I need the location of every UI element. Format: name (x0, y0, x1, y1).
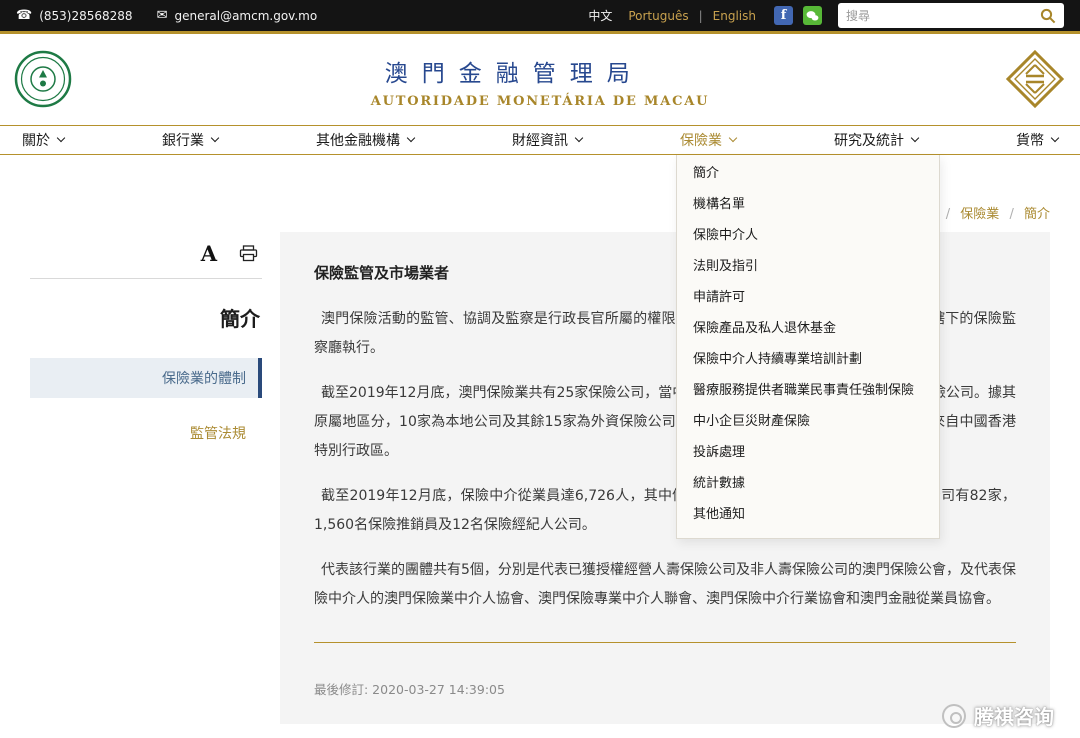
sidebar: A 簡介 保險業的體制 監管法規 (30, 243, 262, 452)
sidebar-tools: A (30, 243, 262, 264)
search-input[interactable] (846, 9, 1040, 23)
brand-titles: 澳門金融管理局 AUTORIDADE MONETÁRIA DE MACAU (371, 54, 710, 109)
lang-zh-link[interactable]: 中文 (588, 7, 612, 24)
dropdown-item[interactable]: 保險中介人 (677, 220, 939, 251)
dropdown-item[interactable]: 申請許可 (677, 282, 939, 313)
chevron-down-icon (57, 134, 65, 142)
breadcrumb-separator: / (1009, 207, 1013, 222)
search-icon[interactable] (1040, 8, 1056, 24)
chevron-down-icon (575, 134, 583, 142)
main-nav: 關於 銀行業 其他金融機構 財經資訊 保險業 研究及統計 貨幣 (0, 125, 1080, 155)
nav-item-currency[interactable]: 貨幣 (1016, 130, 1058, 150)
email-icon: ✉ (157, 8, 168, 23)
amcm-seal-logo[interactable] (14, 50, 72, 112)
dropdown-item[interactable]: 法則及指引 (677, 251, 939, 282)
nav-item-label: 關於 (22, 130, 50, 150)
nav-item-label: 貨幣 (1016, 130, 1044, 150)
dropdown-item[interactable]: 機構名單 (677, 189, 939, 220)
print-icon[interactable] (239, 245, 258, 262)
topbar-actions: 中文 Português | English f (580, 3, 1064, 28)
wechat-icon[interactable] (803, 6, 822, 25)
site-title-zh: 澳門金融管理局 (371, 54, 710, 88)
dropdown-item[interactable]: 中小企巨災財產保險 (677, 406, 939, 437)
dropdown-item[interactable]: 其他通知 (677, 499, 939, 530)
nav-item-banking[interactable]: 銀行業 (162, 130, 218, 150)
page: ☎ (853)28568288 ✉ general@amcm.gov.mo 中文… (0, 0, 1080, 738)
phone-number: (853)28568288 (39, 9, 132, 23)
nav-item-label: 財經資訊 (512, 130, 568, 150)
chevron-down-icon (911, 134, 919, 142)
dropdown-item[interactable]: 保險中介人持續專業培訓計劃 (677, 344, 939, 375)
sidebar-divider (30, 278, 262, 279)
search-box (838, 3, 1064, 28)
chevron-down-icon (1051, 134, 1059, 142)
content-divider (314, 642, 1016, 643)
site-header: 澳門金融管理局 AUTORIDADE MONETÁRIA DE MACAU (0, 37, 1080, 125)
chevron-down-icon (407, 134, 415, 142)
lang-en-link[interactable]: English (713, 9, 756, 23)
sidebar-item-insurance-system[interactable]: 保險業的體制 (30, 358, 262, 398)
topbar: ☎ (853)28568288 ✉ general@amcm.gov.mo 中文… (0, 0, 1080, 34)
site-title-pt: AUTORIDADE MONETÁRIA DE MACAU (371, 94, 710, 109)
breadcrumb-section[interactable]: 保險業 (960, 207, 999, 222)
dropdown-item[interactable]: 醫療服務提供者職業民事責任強制保險 (677, 375, 939, 406)
phone-icon: ☎ (16, 8, 32, 23)
sidebar-item-regulations[interactable]: 監管法規 (30, 414, 262, 452)
lang-pt-link[interactable]: Português (628, 9, 688, 23)
dropdown-item[interactable]: 簡介 (677, 158, 939, 189)
facebook-icon[interactable]: f (774, 6, 793, 25)
nav-item-research-statistics[interactable]: 研究及統計 (834, 130, 918, 150)
dropdown-item[interactable]: 統計數據 (677, 468, 939, 499)
phone-contact[interactable]: ☎ (853)28568288 (16, 8, 133, 23)
sidebar-heading: 簡介 (30, 303, 262, 332)
email-address: general@amcm.gov.mo (174, 9, 317, 23)
nav-item-insurance[interactable]: 保險業 (680, 130, 736, 150)
nav-item-about[interactable]: 關於 (22, 130, 64, 150)
breadcrumb-current: 簡介 (1024, 207, 1050, 222)
insurance-dropdown-menu: 簡介 機構名單 保險中介人 法則及指引 申請許可 保險產品及私人退休基金 保險中… (676, 155, 940, 539)
nav-item-label: 銀行業 (162, 130, 204, 150)
nav-item-other-financial-institutions[interactable]: 其他金融機構 (316, 130, 414, 150)
email-contact[interactable]: ✉ general@amcm.gov.mo (157, 8, 318, 23)
nav-item-label: 保險業 (680, 130, 722, 150)
chevron-down-icon (211, 134, 219, 142)
nav-item-label: 其他金融機構 (316, 130, 400, 150)
font-size-icon[interactable]: A (201, 243, 217, 264)
dropdown-item[interactable]: 投訴處理 (677, 437, 939, 468)
dropdown-item[interactable]: 保險產品及私人退休基金 (677, 313, 939, 344)
amcm-emblem-logo (1006, 50, 1064, 112)
chevron-down-icon (729, 134, 737, 142)
nav-item-financial-info[interactable]: 財經資訊 (512, 130, 582, 150)
nav-item-label: 研究及統計 (834, 130, 904, 150)
last-modified: 最後修訂: 2020-03-27 14:39:05 (314, 679, 1016, 698)
topbar-contacts: ☎ (853)28568288 ✉ general@amcm.gov.mo (16, 8, 317, 23)
lang-separator: | (699, 9, 703, 23)
paragraph: 代表該行業的團體共有5個，分別是代表已獲授權經營人壽保險公司及非人壽保險公司的澳… (314, 556, 1016, 614)
breadcrumb-separator: / (946, 207, 950, 222)
